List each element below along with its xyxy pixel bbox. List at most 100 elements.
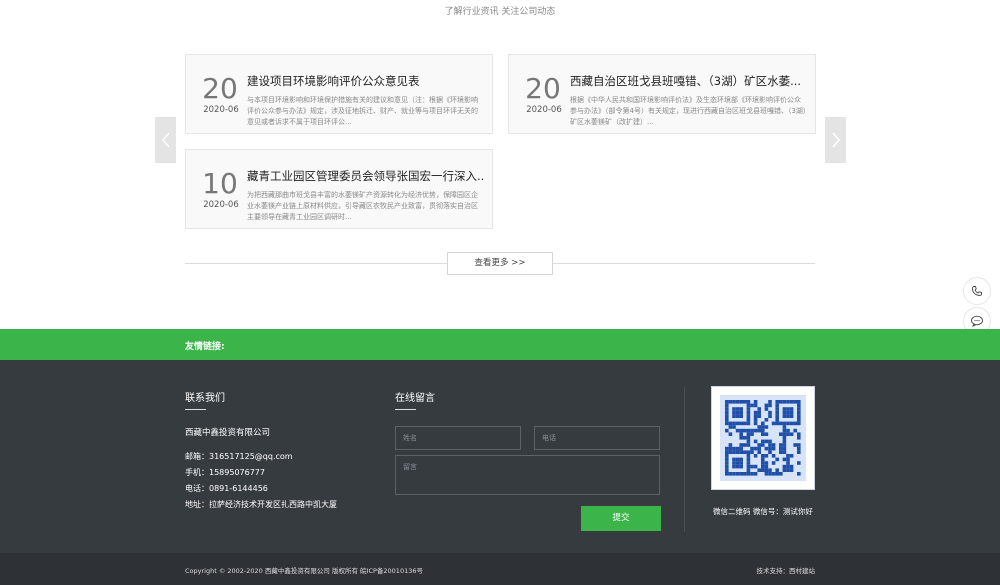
qr-module [768,414,772,418]
qr-module [750,472,754,476]
qr-module [768,468,772,472]
qr-module [746,410,751,415]
qr-module [797,446,801,451]
qr-module [768,403,772,408]
qr-module [797,414,801,418]
qr-module [725,472,729,476]
news-title[interactable]: 西藏自治区班戈县班嘎错、（3湖）矿区水萎... [570,73,807,89]
qr-module [761,464,765,469]
qr-module [732,425,736,429]
qr-module [735,450,740,454]
qr-module [789,454,794,458]
news-title[interactable]: 建设项目环境影响评价公众意见表 [247,73,484,89]
news-title[interactable]: 藏青工业园区管理委员会领导张国宏一行深入... [247,168,484,184]
qr-module [753,414,758,418]
qr-module [761,457,765,462]
phone-icon [972,286,982,296]
qr-module [761,439,765,444]
qr-module [757,428,761,433]
qr-module [728,472,733,476]
qr-module [797,410,801,415]
qr-module [782,443,787,447]
qr-module [782,414,787,418]
qr-module [739,414,743,418]
qr-module [786,432,790,436]
qr-module [779,472,783,476]
qr-module [735,464,740,469]
tech-support-link[interactable]: 技术支持：西村建站 [757,565,816,575]
carousel-prev-button[interactable] [155,117,176,163]
message-field[interactable]: 留言 [395,455,660,495]
qr-module [782,450,787,454]
qr-module [768,443,772,447]
qr-module [782,464,787,469]
side-phone-button[interactable] [963,277,991,305]
qr-module [735,410,740,415]
qr-module [789,432,794,436]
qr-module [746,418,751,422]
qr-module [725,428,729,433]
qr-module [725,454,729,458]
qr-module [775,410,779,415]
qr-module [779,432,783,436]
qr-module [746,443,751,447]
qr-module [743,443,747,447]
qr-module [797,403,801,408]
phone-field[interactable]: 电话 [534,426,660,450]
qr-module [743,436,747,440]
qr-module [725,410,729,415]
qr-module [728,443,733,447]
heading-underline [185,409,206,410]
qr-module [786,461,790,465]
qr-module [775,421,779,426]
qr-module [746,457,751,462]
qr-module [753,454,758,458]
qr-module [786,457,790,462]
qr-module [757,407,761,411]
qr-module [743,421,747,426]
qr-module [764,432,769,436]
qr-module [786,468,790,472]
qr-module [746,421,751,426]
qr-module [761,454,765,458]
qr-module [725,418,729,422]
qr-module [739,464,743,469]
qr-module [775,407,779,411]
qr-module [797,418,801,422]
qr-module [728,446,733,451]
qr-module [750,403,754,408]
submit-button[interactable]: 提交 [581,506,661,531]
qr-module [782,468,787,472]
qr-module [753,439,758,444]
qr-module [779,443,783,447]
news-card[interactable]: 20 2020-06 建设项目环境影响评价公众意见表 与本项目环境影响和环境保护… [185,54,493,134]
qr-module [797,443,801,447]
qr-module [750,446,754,451]
qr-module [782,439,787,444]
qr-module [732,414,736,418]
qr-module [732,446,736,451]
qr-module [757,425,761,429]
qr-module [725,446,729,451]
carousel-next-button[interactable] [825,117,846,163]
news-card[interactable]: 10 2020-06 藏青工业园区管理委员会领导张国宏一行深入... 为把西藏那… [185,149,493,229]
qr-module [775,472,779,476]
qr-module [764,446,769,451]
qr-module [789,468,794,472]
news-card[interactable]: 20 2020-06 西藏自治区班戈县班嘎错、（3湖）矿区水萎... 根据《中华… [508,54,816,134]
view-more-button[interactable]: 查看更多 >> [447,252,553,275]
qr-module [764,464,769,469]
qr-module [757,446,761,451]
news-date: 2020-06 [203,105,239,115]
qr-module [732,457,736,462]
name-field[interactable]: 姓名 [395,426,521,450]
chat-icon [971,315,983,327]
news-day: 20 [202,72,238,105]
qr-module [739,407,743,411]
qr-module [732,472,736,476]
qr-module [732,461,736,465]
qr-module [761,443,765,447]
qr-module [764,439,769,444]
qr-module [782,436,787,440]
qr-module [735,446,740,451]
